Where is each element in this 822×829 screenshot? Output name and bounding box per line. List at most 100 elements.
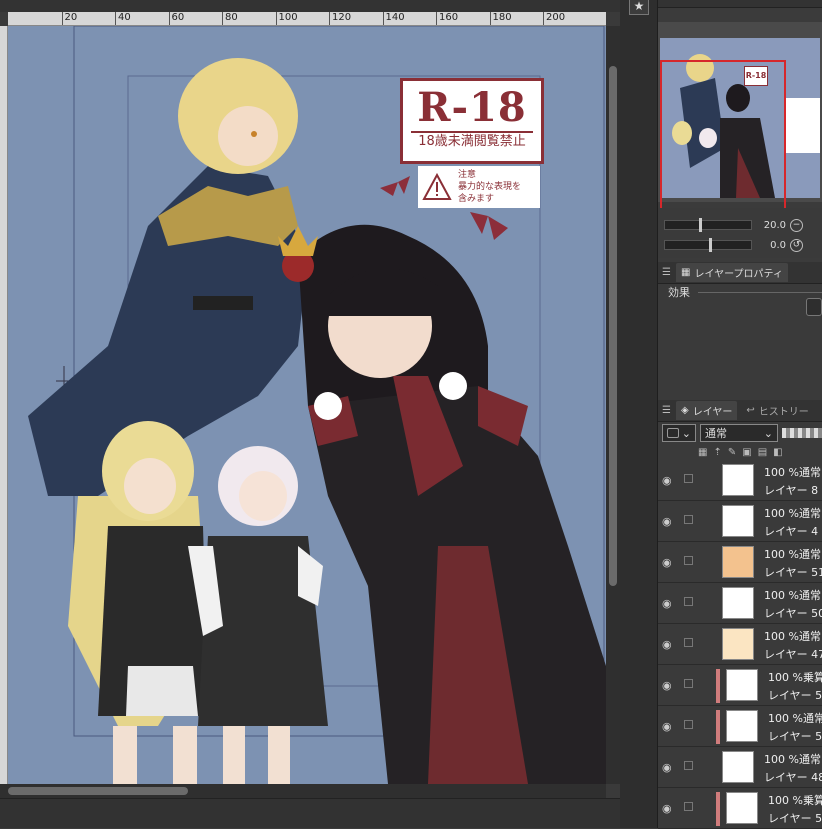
ruler-label: 160 xyxy=(439,12,459,23)
ruler-tick xyxy=(168,12,170,25)
zoom-out-icon[interactable]: − xyxy=(790,218,803,232)
layer-mode: 100 %乗算 xyxy=(768,671,822,684)
right-panels: R-18 20.0 − 0.0 ↺ ☰ ▦ レイヤープロパティ 効果 ☰ ◈ レ… xyxy=(658,0,822,829)
layer-lock-toggle[interactable] xyxy=(684,556,693,565)
navigator-controls: 20.0 − 0.0 ↺ xyxy=(658,208,822,258)
tab-history[interactable]: ↩ ヒストリー xyxy=(741,401,814,420)
ruler-tick xyxy=(436,12,437,25)
layer-lock-toggle[interactable] xyxy=(684,597,693,606)
layer-row[interactable]: ◉ 100 %乗算レイヤー 53 xyxy=(658,788,822,829)
blend-mode-dropdown[interactable]: 通常 ⌄ xyxy=(700,424,778,442)
effect-button[interactable] xyxy=(806,298,822,316)
eye-icon[interactable]: ◉ xyxy=(662,597,672,610)
layer-row[interactable]: ◉ 100 %通常 レイヤー 47 xyxy=(658,624,822,665)
layer-row[interactable]: ◉ 100 %通常 レイヤー 8 xyxy=(658,460,822,501)
warning-box: 注意 暴力的な表現を 含みます xyxy=(418,166,540,208)
drawing-canvas[interactable]: R-18 18歳未満閲覧禁止 注意 暴力的な表現を 含みます xyxy=(8,26,606,784)
star-icon[interactable]: ★ xyxy=(629,0,649,15)
ruler-label: 200 xyxy=(546,12,566,23)
layer-color-swatch xyxy=(667,428,679,438)
layer-lock-toggle[interactable] xyxy=(684,638,693,647)
layer-lock-toggle[interactable] xyxy=(684,761,693,770)
zoom-slider[interactable] xyxy=(664,218,752,232)
eye-icon[interactable]: ◉ xyxy=(662,638,672,651)
layer-row[interactable]: ◉ 100 %通常 レイヤー 51 xyxy=(658,542,822,583)
layer-thumbnail xyxy=(726,710,758,742)
layer-lock-toggle[interactable] xyxy=(684,802,693,811)
chevron-down-icon: ⌄ xyxy=(763,426,773,440)
layer-lock-toggle[interactable] xyxy=(684,679,693,688)
ruler-tick xyxy=(543,12,544,25)
layer-thumbnail xyxy=(722,751,754,783)
tab-layer[interactable]: ◈ レイヤー xyxy=(676,401,738,420)
ruler-label: 80 xyxy=(225,12,238,23)
lock-transparency-icon[interactable]: ▤ xyxy=(758,447,767,458)
effect-label: 効果 xyxy=(668,286,690,299)
eye-icon[interactable]: ◉ xyxy=(662,556,672,569)
layer-name: レイヤー 47 xyxy=(764,648,822,661)
layer-row[interactable]: ◉ 100 %乗算レイヤー 54 xyxy=(658,665,822,706)
ruler-top[interactable]: 2020406080100120140160180200 xyxy=(8,12,606,26)
opacity-slider[interactable] xyxy=(782,428,822,438)
canvas-workspace[interactable]: 2020406080100120140160180200 xyxy=(0,0,620,828)
horizontal-scroll-thumb[interactable] xyxy=(8,787,188,795)
layer-thumbnail xyxy=(722,587,754,619)
zoom-slider-knob[interactable] xyxy=(699,218,702,232)
layer-panel: ☰ ◈ レイヤー ↩ ヒストリー ⌄ 通常 ⌄ ▦ ⇡ ✎ ▣ ▤ ◧ ◉ 10… xyxy=(658,400,822,829)
vertical-scrollbar[interactable] xyxy=(606,26,620,784)
layer-tools: ▦ ⇡ ✎ ▣ ▤ ◧ xyxy=(698,444,822,460)
eye-icon[interactable]: ◉ xyxy=(662,802,672,815)
zoom-value: 20.0 xyxy=(763,219,786,231)
layer-name: レイヤー 51 xyxy=(764,566,822,579)
layer-thumbnail xyxy=(726,669,758,701)
menu-icon[interactable]: ☰ xyxy=(662,267,672,278)
layer-row[interactable]: ◉ 100 %通常 レイヤー 50 xyxy=(658,583,822,624)
horizontal-scrollbar[interactable] xyxy=(0,784,606,798)
mask-icon[interactable]: ◧ xyxy=(773,447,782,458)
eye-icon[interactable]: ◉ xyxy=(662,720,672,733)
rotate-reset-icon[interactable]: ↺ xyxy=(790,238,803,252)
layer-mode: 100 %乗算 xyxy=(768,794,822,807)
tab-layer-label: レイヤー xyxy=(692,407,733,418)
eye-icon[interactable]: ◉ xyxy=(662,515,672,528)
ruler-tick xyxy=(61,12,63,25)
ruler-tick xyxy=(275,12,277,25)
layer-lock-toggle[interactable] xyxy=(684,720,693,729)
rotate-slider-knob[interactable] xyxy=(709,238,712,252)
layer-mode: 100 %通常 xyxy=(764,507,821,520)
clip-icon[interactable]: ⇡ xyxy=(713,447,721,458)
blend-mode-value: 通常 xyxy=(705,427,727,440)
ruler-left[interactable] xyxy=(0,26,8,784)
navigator-r18-sign: R-18 xyxy=(744,66,768,86)
rotate-slider-row: 0.0 ↺ xyxy=(664,236,820,254)
layer-lock-toggle[interactable] xyxy=(684,515,693,524)
ruler-label: 180 xyxy=(492,12,512,23)
ruler-label: 60 xyxy=(171,12,185,23)
menu-icon[interactable]: ☰ xyxy=(662,405,672,416)
eye-icon[interactable]: ◉ xyxy=(662,474,672,487)
tab-history-label: ヒストリー xyxy=(758,407,809,418)
layer-row[interactable]: ◉ 100 %通常 レイヤー 4 xyxy=(658,501,822,542)
status-bar xyxy=(0,798,620,828)
tab-layer-property[interactable]: ▦ レイヤープロパティ xyxy=(676,263,788,282)
layer-row[interactable]: ◉ 100 %通常レイヤー 52 xyxy=(658,706,822,747)
navigator-view[interactable]: R-18 xyxy=(658,22,822,216)
layer-color-dropdown[interactable]: ⌄ xyxy=(662,424,696,442)
layer-lock-toggle[interactable] xyxy=(684,474,693,483)
ruler-label: 100 xyxy=(278,12,298,23)
ruler-tick xyxy=(329,12,330,25)
layer-thumbnail xyxy=(726,792,758,824)
eye-icon[interactable]: ◉ xyxy=(662,761,672,774)
side-toolbar: ★ xyxy=(620,0,658,828)
eye-icon[interactable]: ◉ xyxy=(662,679,672,692)
lock-icon[interactable]: ▣ xyxy=(742,447,751,458)
layer-mode: 100 %通常 xyxy=(764,548,821,561)
warning-triangle-icon xyxy=(422,173,452,200)
rotate-slider[interactable] xyxy=(664,238,752,252)
reference-layer-icon[interactable]: ▦ xyxy=(698,447,707,458)
vertical-scroll-thumb[interactable] xyxy=(609,66,617,586)
layer-row[interactable]: ◉ 100 %通常 レイヤー 48 xyxy=(658,747,822,788)
layer-thumbnail xyxy=(722,628,754,660)
draft-layer-icon[interactable]: ✎ xyxy=(728,447,736,458)
layer-name: レイヤー 8 xyxy=(764,484,819,497)
